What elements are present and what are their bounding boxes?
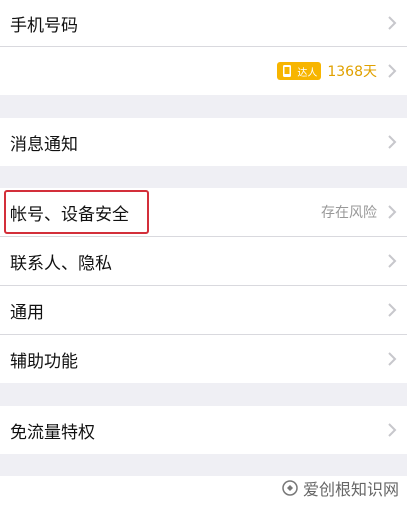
accessibility-row[interactable]: 辅助功能 (0, 335, 407, 383)
chevron-right-icon (388, 303, 397, 317)
notifications-label: 消息通知 (10, 134, 78, 155)
days-count: 1368天 (327, 64, 377, 80)
watermark-text: 爱创根知识网 (302, 480, 399, 499)
general-label: 通用 (10, 302, 44, 323)
watermark: 爱创根知识网 (281, 476, 399, 500)
watermark-logo-icon (282, 480, 298, 496)
chevron-right-icon (388, 135, 397, 149)
accessibility-label: 辅助功能 (10, 351, 78, 372)
chevron-right-icon (388, 16, 397, 30)
expert-days-row[interactable]: 达人 1368天 (0, 47, 407, 95)
chevron-right-icon (388, 254, 397, 268)
free-data-row[interactable]: 免流量特权 (0, 406, 407, 454)
chevron-right-icon (388, 423, 397, 437)
account-security-row[interactable]: 帐号、设备安全 存在风险 (0, 188, 407, 236)
chevron-right-icon (388, 352, 397, 366)
expert-badge: 达人 (277, 62, 322, 80)
phone-badge-icon (283, 65, 292, 77)
notifications-row[interactable]: 消息通知 (0, 118, 407, 166)
contacts-privacy-row[interactable]: 联系人、隐私 (0, 237, 407, 285)
free-data-label: 免流量特权 (10, 422, 95, 443)
chevron-right-icon (388, 64, 397, 78)
risk-status: 存在风险 (321, 205, 377, 221)
phone-number-row[interactable]: 手机号码 (0, 0, 407, 46)
contacts-privacy-label: 联系人、隐私 (10, 253, 112, 274)
phone-number-label: 手机号码 (10, 15, 78, 36)
general-row[interactable]: 通用 (0, 286, 407, 334)
chevron-right-icon (388, 205, 397, 219)
account-security-label: 帐号、设备安全 (10, 204, 129, 225)
badge-label: 达人 (297, 67, 318, 79)
